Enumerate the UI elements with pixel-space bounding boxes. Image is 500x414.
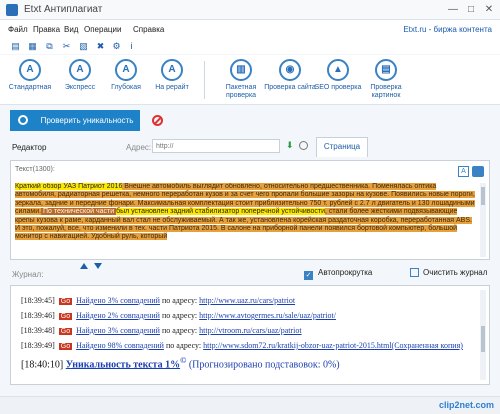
journal-row: [18:39:48] Go Найдено 3% совпадений по а… [21, 326, 302, 335]
autoscroll-checkbox[interactable]: ✓ Автопрокрутка [304, 268, 372, 280]
go-button[interactable]: Go [58, 313, 73, 320]
highlight-view-icon[interactable] [472, 166, 484, 177]
download-icon[interactable]: ⬇ [286, 141, 295, 150]
text-scrollbar[interactable] [480, 183, 486, 257]
clear-address-icon[interactable] [299, 141, 308, 150]
rewrite-check-icon: A [161, 59, 183, 81]
clipboard-icon[interactable]: ▧ [78, 41, 89, 51]
go-button[interactable]: Go [58, 298, 73, 305]
magnifier-icon [18, 115, 28, 125]
deep-check-icon: A [115, 59, 137, 81]
menu-view[interactable]: Вид [64, 25, 78, 34]
clear-icon [410, 268, 419, 277]
site-check-icon: ◉ [279, 59, 301, 81]
status-bar: clip2net.com [0, 396, 500, 414]
text-view-icon[interactable]: A [458, 166, 469, 177]
text-segment: Краткий обзор УАЗ Патриот 2016 [15, 183, 123, 190]
go-button[interactable]: Go [58, 343, 73, 350]
ribbon: A Стандартная A Экспресс A Глубокая A На… [0, 55, 500, 105]
standard-check-icon: A [19, 59, 41, 81]
journal-row: [18:39:46] Go Найдено 2% совпадений по а… [21, 311, 336, 320]
check-area: Проверить уникальность [0, 105, 500, 135]
journal-header: Журнал: ✓ Автопрокрутка Очистить журнал [10, 263, 490, 283]
check-uniqueness-button[interactable]: Проверить уникальность [10, 110, 140, 131]
journal-scrollbar[interactable] [480, 290, 486, 380]
menu-help[interactable]: Справка [133, 25, 164, 34]
app-icon [6, 4, 18, 16]
minimize-icon[interactable]: — [446, 3, 460, 17]
editor-label: Редактор [12, 143, 47, 152]
editor-tabs-row: Редактор Адрес: ⬇ Страница [6, 137, 494, 157]
image-check-icon: ▤ [375, 59, 397, 81]
window-title: Etxt Антиплагиат [24, 4, 103, 15]
cut-icon[interactable]: ✂ [61, 41, 72, 51]
journal-row: [18:39:49] Go Найдено 98% совпадений по … [21, 341, 463, 350]
text-panel: Текст(1300): A Краткий обзор УАЗ Патриот… [10, 160, 490, 260]
checkbox-checked-icon: ✓ [304, 271, 313, 280]
go-button[interactable]: Go [58, 328, 73, 335]
cancel-icon[interactable] [152, 115, 163, 126]
text-segment: По технической части [41, 208, 117, 216]
splitter-down-icon[interactable] [94, 263, 102, 269]
watermark: clip2net.com [438, 400, 494, 410]
address-label: Адрес: [126, 143, 152, 152]
uniqueness-value[interactable]: Уникальность текста 1% [66, 359, 180, 370]
save-icon[interactable]: ▦ [27, 41, 38, 51]
text-length-label: Текст(1300): [15, 166, 55, 173]
journal-log: [18:39:45] Go Найдено 3% совпадений по а… [10, 285, 490, 385]
tab-page[interactable]: Страница [316, 137, 368, 157]
maximize-icon[interactable]: □ [464, 3, 478, 17]
text-segment: был установлен задний стабилизатор попер… [116, 208, 325, 216]
address-input[interactable] [152, 139, 280, 153]
settings-icon[interactable]: ⚙ [111, 41, 122, 51]
small-toolbar: ▤ ▦ ⧉ ✂ ▧ ✖ ⚙ i [0, 38, 500, 54]
splitter-up-icon[interactable] [80, 263, 88, 269]
image-check-button[interactable]: ▤ Проверка картинок [356, 59, 416, 103]
journal-label: Журнал: [12, 270, 44, 279]
menu-file[interactable]: Файл [8, 25, 28, 34]
check-rewrite-button[interactable]: A На рерайт [142, 59, 202, 103]
info-icon[interactable]: i [126, 41, 137, 51]
journal-row: [18:39:45] Go Найдено 3% совпадений по а… [21, 296, 296, 305]
batch-check-icon: ▥ [230, 59, 252, 81]
menu-operations[interactable]: Операции [84, 25, 121, 34]
title-bar: Etxt Антиплагиат — □ ✕ [0, 0, 500, 20]
clear-journal-button[interactable]: Очистить журнал [410, 268, 487, 277]
express-check-icon: A [69, 59, 91, 81]
ribbon-divider [204, 61, 205, 99]
close-icon[interactable]: ✕ [482, 3, 496, 17]
etxt-exchange-link[interactable]: Etxt.ru - биржа контента [403, 25, 492, 34]
folder-icon[interactable]: ▤ [10, 41, 21, 51]
menu-edit[interactable]: Правка [33, 25, 60, 34]
copy-icon[interactable]: ⧉ [44, 41, 55, 51]
seo-check-icon: ▲ [327, 59, 349, 81]
text-editor[interactable]: Краткий обзор УАЗ Патриот 2016 Внешне ав… [15, 183, 477, 259]
menu-bar: Файл Правка Вид Операции Справка Etxt.ru… [0, 20, 500, 38]
uniqueness-result: [18:40:10] Уникальность текста 1%© (Прог… [21, 356, 340, 371]
delete-icon[interactable]: ✖ [95, 41, 106, 51]
